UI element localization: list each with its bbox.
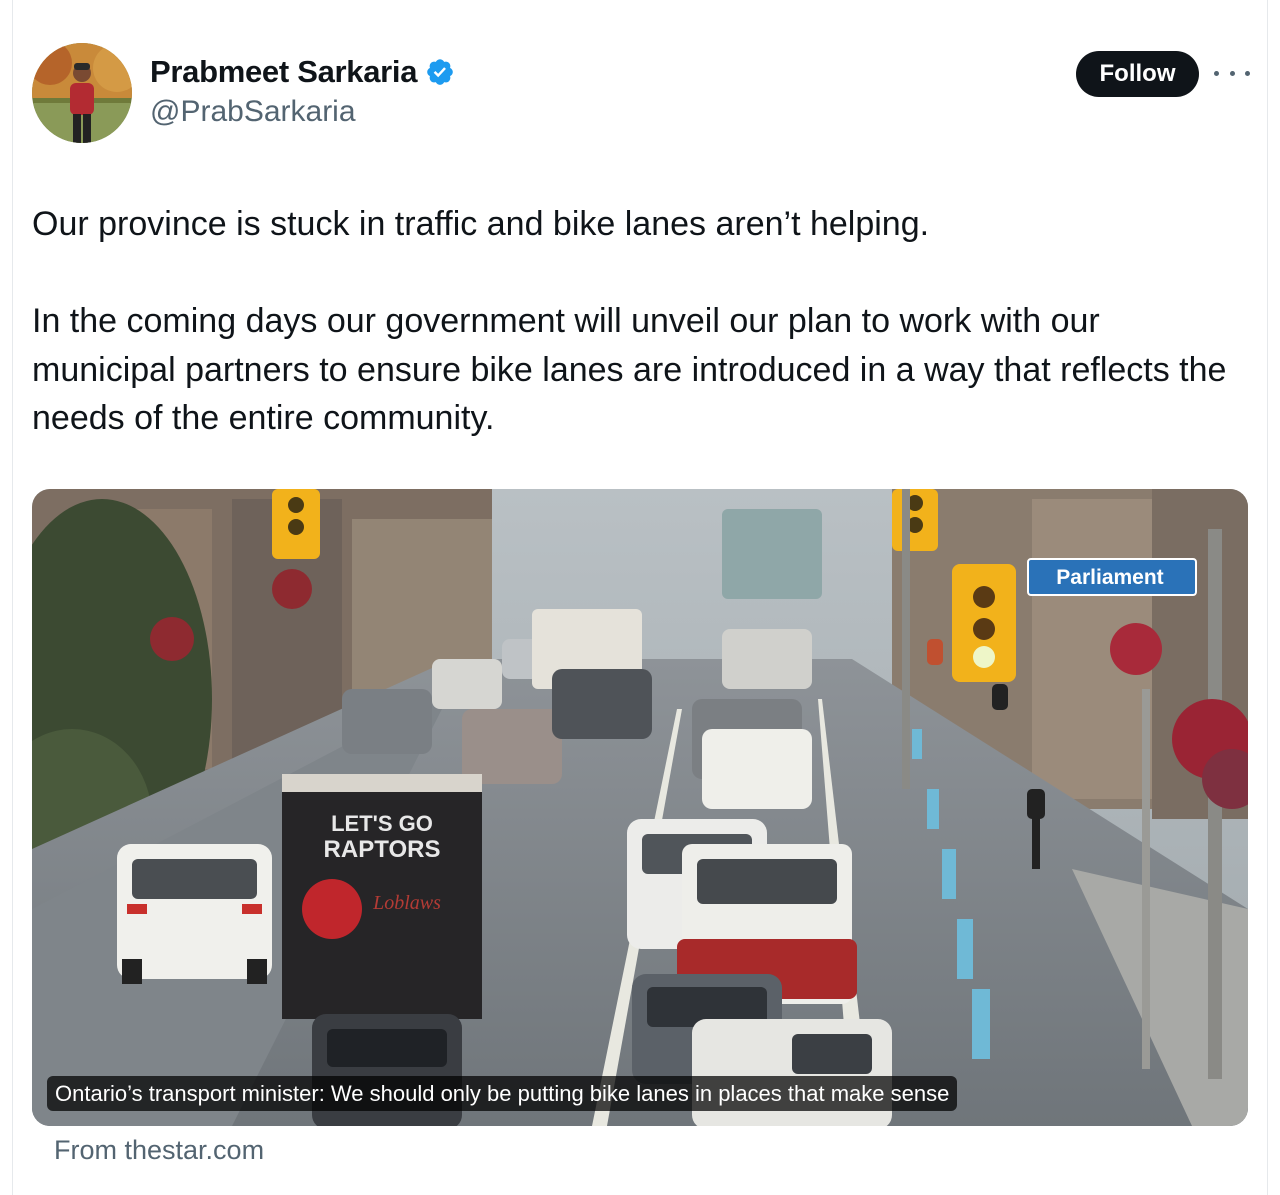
- link-card-image[interactable]: LET'S GO RAPTORS Loblaws Parliament: [32, 489, 1248, 1126]
- street-sign: Parliament: [1056, 566, 1163, 589]
- tweet-paragraph: Our province is stuck in traffic and bik…: [32, 205, 930, 243]
- tweet-paragraph: In the coming days our government will u…: [32, 302, 1227, 437]
- truck-sign-line1: LET'S GO: [331, 811, 433, 836]
- link-card-source[interactable]: From thestar.com: [54, 1135, 264, 1166]
- more-dot: [1245, 70, 1250, 76]
- tweet-body: Our province is stuck in traffic and bik…: [32, 200, 1232, 443]
- truck-brand: Loblaws: [372, 892, 441, 914]
- avatar[interactable]: [32, 43, 132, 143]
- verified-badge-icon: [427, 59, 453, 85]
- follow-button[interactable]: Follow: [1076, 51, 1199, 97]
- author-display-name[interactable]: Prabmeet Sarkaria: [150, 54, 417, 90]
- truck-sign-line2: RAPTORS: [324, 836, 441, 863]
- author-name[interactable]: Prabmeet Sarkaria: [150, 54, 455, 90]
- author-handle[interactable]: @PrabSarkaria: [150, 95, 356, 129]
- more-dot: [1214, 70, 1219, 76]
- link-card-title[interactable]: Ontario’s transport minister: We should …: [47, 1076, 958, 1111]
- more-horizontal-icon[interactable]: [1214, 62, 1250, 84]
- more-dot: [1229, 70, 1235, 76]
